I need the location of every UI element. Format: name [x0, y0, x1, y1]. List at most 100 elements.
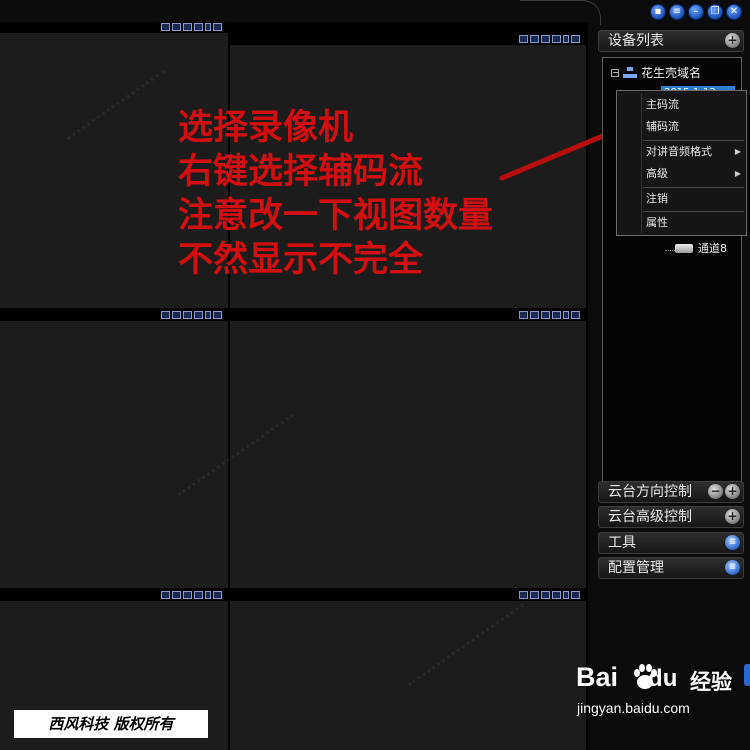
baidu-paw-icon — [634, 664, 657, 689]
view-icon[interactable] — [519, 591, 528, 599]
video-cell-4[interactable] — [230, 310, 586, 588]
video-cell-6[interactable] — [230, 590, 586, 750]
menu-item-main-stream[interactable]: 主码流 — [617, 94, 746, 116]
lock-icon[interactable]: ▪ — [650, 4, 666, 20]
menu-item-sub-stream[interactable]: 辅码流 — [617, 116, 746, 138]
menu-item-talk-audio[interactable]: 对讲音频格式 ▶ — [617, 141, 746, 163]
section-label: 云台高级控制 — [608, 509, 692, 525]
restore-icon[interactable]: ❐ — [707, 4, 723, 20]
baidu-logo: Bai du — [576, 662, 678, 692]
tools-header[interactable]: 工具 ≡ — [598, 532, 744, 554]
video-cell-3[interactable] — [0, 310, 228, 588]
audio-icon[interactable] — [205, 311, 211, 319]
split-icon[interactable] — [172, 23, 181, 31]
menu-item-label: 主码流 — [646, 98, 679, 111]
view-icon[interactable] — [161, 23, 170, 31]
split-icon[interactable] — [530, 35, 539, 43]
collapse-icon[interactable]: − — [611, 68, 619, 77]
tree-root-node[interactable]: − 花生壳域名 — [611, 64, 701, 81]
baidu-logo-text: Bai — [576, 662, 619, 692]
audio-icon[interactable] — [205, 23, 211, 31]
add-icon[interactable]: + — [725, 33, 740, 48]
copyright-label: 西风科技 版权所有 — [14, 710, 208, 738]
menu-item-label: 对讲音频格式 — [646, 145, 712, 158]
snapshot-icon[interactable] — [552, 311, 561, 319]
split-icon[interactable] — [172, 591, 181, 599]
baidu-jingyan-watermark: Bai du 经验 jingyan.baidu.com — [576, 660, 746, 746]
close-icon[interactable] — [213, 23, 222, 31]
network-icon — [623, 66, 637, 79]
tree-connector — [665, 250, 675, 251]
section-label: 云台方向控制 — [608, 484, 692, 500]
list-icon[interactable]: ≡ — [669, 4, 685, 20]
instruction-line: 不然显示不完全 — [178, 240, 424, 280]
instruction-line: 注意改一下视图数量 — [178, 196, 494, 236]
add-icon[interactable]: + — [725, 509, 740, 524]
minus-icon[interactable]: − — [708, 484, 723, 499]
instruction-overlay: 选择录像机 右键选择辅码流 注意改一下视图数量 不然显示不完全 — [178, 106, 493, 282]
cell-toolbar — [0, 310, 228, 321]
cell-toolbar — [230, 34, 586, 45]
baidu-url: jingyan.baidu.com — [577, 700, 690, 716]
view-icon[interactable] — [519, 35, 528, 43]
cell-toolbar — [230, 310, 586, 321]
record-icon[interactable] — [541, 311, 550, 319]
device-list-title: 设备列表 — [608, 33, 664, 49]
snapshot-icon[interactable] — [194, 311, 203, 319]
instruction-line: 选择录像机 — [178, 108, 354, 148]
channel-label: 通道8 — [698, 242, 727, 255]
close-icon[interactable] — [571, 591, 580, 599]
close-icon[interactable] — [213, 591, 222, 599]
snapshot-icon[interactable] — [552, 35, 561, 43]
ptz-direction-header[interactable]: 云台方向控制 − + — [598, 481, 744, 503]
split-icon[interactable] — [530, 591, 539, 599]
audio-icon[interactable] — [563, 35, 569, 43]
view-icon[interactable] — [519, 311, 528, 319]
tree-root-label: 花生壳域名 — [641, 66, 702, 80]
add-icon[interactable]: + — [725, 484, 740, 499]
snapshot-icon[interactable] — [552, 591, 561, 599]
menu-item-label: 辅码流 — [646, 120, 679, 133]
audio-icon[interactable] — [205, 591, 211, 599]
close-icon[interactable] — [213, 311, 222, 319]
config-header[interactable]: 配置管理 ≡ — [598, 557, 744, 579]
section-label: 配置管理 — [608, 560, 664, 576]
baidu-jingyan-text: 经验 — [690, 670, 732, 694]
menu-item-logout[interactable]: 注销 — [617, 188, 746, 210]
window-controls: ▪ ≡ – ❐ ✕ — [650, 4, 742, 20]
instruction-line: 右键选择辅码流 — [178, 152, 424, 192]
submenu-arrow-icon: ▶ — [734, 169, 741, 178]
menu-item-label: 注销 — [646, 192, 668, 205]
tree-channel-node[interactable]: 通道8 — [675, 240, 727, 256]
audio-icon[interactable] — [563, 591, 569, 599]
list-icon[interactable]: ≡ — [725, 560, 740, 575]
close-icon[interactable]: ✕ — [726, 4, 742, 20]
view-icon[interactable] — [161, 311, 170, 319]
record-icon[interactable] — [183, 591, 192, 599]
submenu-arrow-icon: ▶ — [734, 147, 741, 156]
snapshot-icon[interactable] — [194, 591, 203, 599]
snapshot-icon[interactable] — [194, 23, 203, 31]
camera-icon — [675, 243, 693, 253]
menu-item-advanced[interactable]: 高级 ▶ — [617, 163, 746, 185]
record-icon[interactable] — [183, 311, 192, 319]
close-icon[interactable] — [571, 35, 580, 43]
split-icon[interactable] — [172, 311, 181, 319]
close-icon[interactable] — [571, 311, 580, 319]
audio-icon[interactable] — [563, 311, 569, 319]
cell-toolbar — [0, 22, 228, 33]
minimize-icon[interactable]: – — [688, 4, 704, 20]
menu-item-label: 高级 — [646, 167, 668, 180]
window-top-strip — [0, 0, 600, 22]
record-icon[interactable] — [541, 591, 550, 599]
split-icon[interactable] — [530, 311, 539, 319]
device-list-header[interactable]: 设备列表 + — [598, 30, 744, 52]
view-icon[interactable] — [161, 591, 170, 599]
ptz-advanced-header[interactable]: 云台高级控制 + — [598, 506, 744, 528]
menu-item-properties[interactable]: 属性 — [617, 212, 746, 234]
record-icon[interactable] — [541, 35, 550, 43]
cell-toolbar — [230, 590, 586, 601]
record-icon[interactable] — [183, 23, 192, 31]
context-menu: 主码流 辅码流 对讲音频格式 ▶ 高级 ▶ 注销 属性 — [616, 90, 747, 236]
list-icon[interactable]: ≡ — [725, 535, 740, 550]
